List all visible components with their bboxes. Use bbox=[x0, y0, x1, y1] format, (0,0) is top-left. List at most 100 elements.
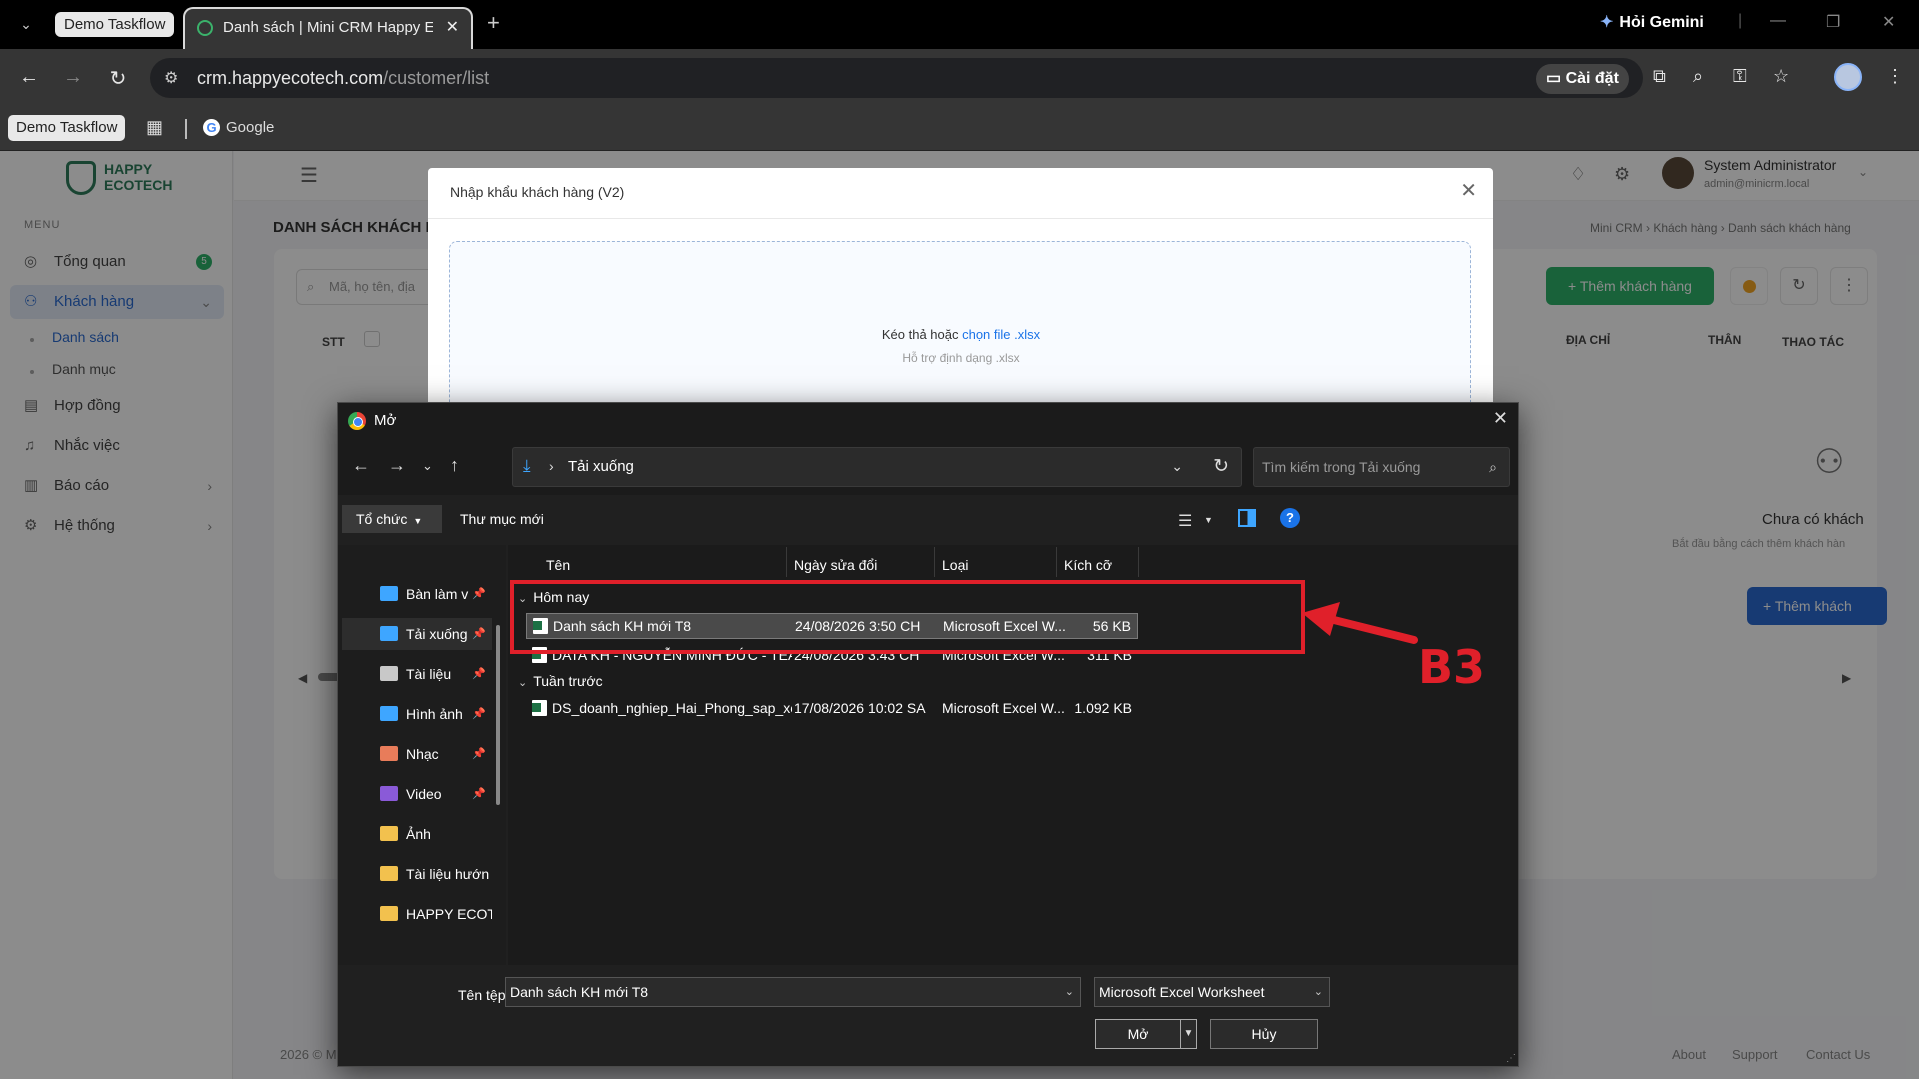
annotation-arrow-icon bbox=[1302, 602, 1418, 644]
group-header-last-week[interactable]: ⌄ Tuần trước bbox=[518, 673, 603, 689]
nav-item[interactable]: Tải xuống 📌 bbox=[342, 618, 492, 650]
nav-item-label: Tài liệu bbox=[406, 666, 452, 682]
browser-toolbar: ← → ↻ ⚙ crm.happyecotech.com/customer/li… bbox=[0, 49, 1919, 107]
dropzone-hint: Hỗ trợ định dạng .xlsx bbox=[902, 351, 1020, 365]
column-header-name[interactable]: Tên bbox=[546, 557, 570, 573]
up-arrow-icon[interactable]: ↑ bbox=[450, 455, 459, 476]
details-view-icon[interactable]: ☰ bbox=[1178, 511, 1192, 531]
nav-item[interactable]: Bàn làm v 📌 bbox=[342, 578, 492, 610]
annotation-highlight-box bbox=[510, 580, 1305, 654]
column-divider[interactable] bbox=[934, 547, 935, 577]
nav-item[interactable]: Video 📌 bbox=[342, 778, 492, 810]
current-folder[interactable]: Tải xuống bbox=[568, 458, 634, 475]
column-divider[interactable] bbox=[1056, 547, 1057, 577]
install-app-button[interactable]: ▭ Cài đặt bbox=[1536, 64, 1629, 94]
refresh-icon[interactable]: ↻ bbox=[1213, 455, 1229, 478]
tab-search-chevron-icon[interactable]: ⌄ bbox=[14, 12, 38, 36]
file-row[interactable]: DS_doanh_nghiep_Hai_Phong_sap_xep_n... 1… bbox=[526, 696, 1138, 722]
new-tab-plus-icon[interactable]: + bbox=[487, 10, 500, 36]
dropzone-prompt: Kéo thả hoặc bbox=[881, 327, 963, 342]
filename-dropdown-icon[interactable]: ⌄ bbox=[1065, 978, 1074, 1006]
download-icon: ⤓ bbox=[523, 456, 531, 475]
choose-file-link[interactable]: chọn file .xlsx bbox=[962, 327, 1040, 342]
site-info-icon[interactable]: ⚙ bbox=[164, 68, 178, 88]
pin-icon: 📌 bbox=[472, 628, 486, 640]
tab-group-chip[interactable]: Demo Taskflow bbox=[55, 12, 175, 37]
column-header-type[interactable]: Loại bbox=[942, 557, 968, 573]
screenshot-root: ⌄ Demo Taskflow Danh sách | Mini CRM Hap… bbox=[0, 0, 1919, 1079]
pin-icon: 📌 bbox=[472, 748, 486, 760]
pin-icon: 📌 bbox=[472, 708, 486, 720]
forward-arrow-icon[interactable]: → bbox=[388, 455, 406, 476]
dialog-close-icon[interactable]: ✕ bbox=[1493, 408, 1508, 429]
forward-arrow-icon[interactable]: → bbox=[60, 66, 86, 89]
tab-close-icon[interactable]: ✕ bbox=[446, 17, 459, 37]
preview-pane-icon[interactable] bbox=[1238, 509, 1256, 527]
nav-item-label: Video bbox=[406, 786, 442, 802]
zoom-icon[interactable]: ⌕ bbox=[1693, 66, 1703, 87]
nav-item[interactable]: HAPPY ECOT bbox=[342, 898, 492, 930]
window-separator: | bbox=[1738, 12, 1743, 29]
nav-pane-scrollbar[interactable] bbox=[496, 625, 500, 805]
active-tab[interactable]: Danh sách | Mini CRM Happy E ✕ bbox=[183, 7, 473, 49]
column-divider[interactable] bbox=[1138, 547, 1139, 577]
minimize-icon[interactable]: — bbox=[1770, 12, 1786, 30]
browser-menu-icon[interactable]: ⋮ bbox=[1886, 66, 1904, 87]
bookmark-google[interactable]: G Google bbox=[203, 119, 274, 136]
gemini-button[interactable]: ✦ Hỏi Gemini bbox=[1600, 12, 1704, 32]
help-icon[interactable]: ? bbox=[1280, 508, 1300, 528]
column-header-size[interactable]: Kích cỡ bbox=[1064, 557, 1112, 573]
password-key-icon[interactable]: ⚿ bbox=[1733, 66, 1747, 87]
reload-icon[interactable]: ↻ bbox=[105, 66, 131, 91]
file-size: 1.092 KB bbox=[1074, 700, 1132, 716]
open-button[interactable]: Mở bbox=[1095, 1019, 1181, 1049]
modal-close-icon[interactable]: ✕ bbox=[1460, 178, 1477, 203]
address-dropdown-icon[interactable]: ⌄ bbox=[1171, 458, 1183, 475]
desktop-icon bbox=[380, 586, 398, 601]
bookmark-group-chip[interactable]: Demo Taskflow bbox=[8, 115, 126, 141]
dialog-titlebar[interactable]: Mở ✕ bbox=[338, 403, 1518, 439]
address-bar[interactable]: ⚙ crm.happyecotech.com/customer/list bbox=[150, 58, 1643, 98]
restore-icon[interactable]: ❐ bbox=[1826, 12, 1840, 32]
nav-item[interactable]: Tài liệu hướn bbox=[342, 858, 492, 890]
excel-file-icon bbox=[532, 700, 547, 716]
back-arrow-icon[interactable]: ← bbox=[352, 455, 370, 476]
url-text[interactable]: crm.happyecotech.com/customer/list bbox=[197, 68, 489, 89]
group-label: Tuần trước bbox=[533, 673, 603, 689]
column-divider[interactable] bbox=[786, 547, 787, 577]
filetype-value: Microsoft Excel Worksheet bbox=[1099, 984, 1265, 1000]
filetype-select[interactable]: Microsoft Excel Worksheet ⌄ bbox=[1094, 977, 1330, 1007]
back-arrow-icon[interactable]: ← bbox=[16, 66, 42, 89]
browser-tab-bar: ⌄ Demo Taskflow Danh sách | Mini CRM Hap… bbox=[0, 0, 1919, 49]
nav-item-label: Tải xuống bbox=[406, 626, 468, 642]
filename-input[interactable]: Danh sách KH mới T8 ⌄ bbox=[505, 977, 1081, 1007]
apps-grid-icon[interactable]: ▦ bbox=[146, 117, 163, 138]
bookmark-star-icon[interactable]: ☆ bbox=[1773, 66, 1789, 87]
modal-title: Nhập khẩu khách hàng (V2) bbox=[450, 184, 625, 200]
chrome-logo-icon bbox=[348, 412, 366, 430]
column-header-modified[interactable]: Ngày sửa đổi bbox=[794, 557, 877, 573]
nav-item[interactable]: Hình ảnh 📌 bbox=[342, 698, 492, 730]
dialog-address-bar[interactable]: ⤓ › Tải xuống ⌄ ↻ bbox=[512, 447, 1242, 487]
nav-item[interactable]: Tài liệu 📌 bbox=[342, 658, 492, 690]
recent-locations-chevron-icon[interactable]: ⌄ bbox=[422, 458, 433, 474]
dialog-command-bar: Tổ chức ▼ Thư mục mới ☰ ▼ ? bbox=[338, 495, 1518, 545]
nav-item[interactable]: Ảnh bbox=[342, 818, 492, 850]
google-logo-icon: G bbox=[203, 119, 220, 136]
dialog-search-placeholder: Tìm kiếm trong Tải xuống bbox=[1262, 459, 1421, 475]
profile-avatar[interactable] bbox=[1834, 63, 1862, 91]
resize-grip-icon[interactable]: ⋰ bbox=[1506, 1053, 1516, 1064]
music-icon bbox=[380, 746, 398, 761]
view-options-dropdown-icon[interactable]: ▼ bbox=[1204, 515, 1213, 525]
nav-item[interactable]: Nhạc 📌 bbox=[342, 738, 492, 770]
dialog-search-input[interactable]: Tìm kiếm trong Tải xuống ⌕ bbox=[1253, 447, 1510, 487]
window-close-icon[interactable]: ✕ bbox=[1882, 12, 1895, 32]
translate-icon[interactable]: ⧉ bbox=[1653, 66, 1666, 87]
cancel-button[interactable]: Hủy bbox=[1210, 1019, 1318, 1049]
new-folder-button[interactable]: Thư mục mới bbox=[460, 511, 544, 527]
bookmark-divider bbox=[185, 119, 187, 139]
open-options-dropdown-icon[interactable]: ▼ bbox=[1181, 1019, 1197, 1049]
organize-button[interactable]: Tổ chức ▼ bbox=[342, 505, 442, 533]
gemini-sparkle-icon: ✦ bbox=[1600, 14, 1614, 31]
group-collapse-chevron-icon: ⌄ bbox=[518, 677, 528, 689]
